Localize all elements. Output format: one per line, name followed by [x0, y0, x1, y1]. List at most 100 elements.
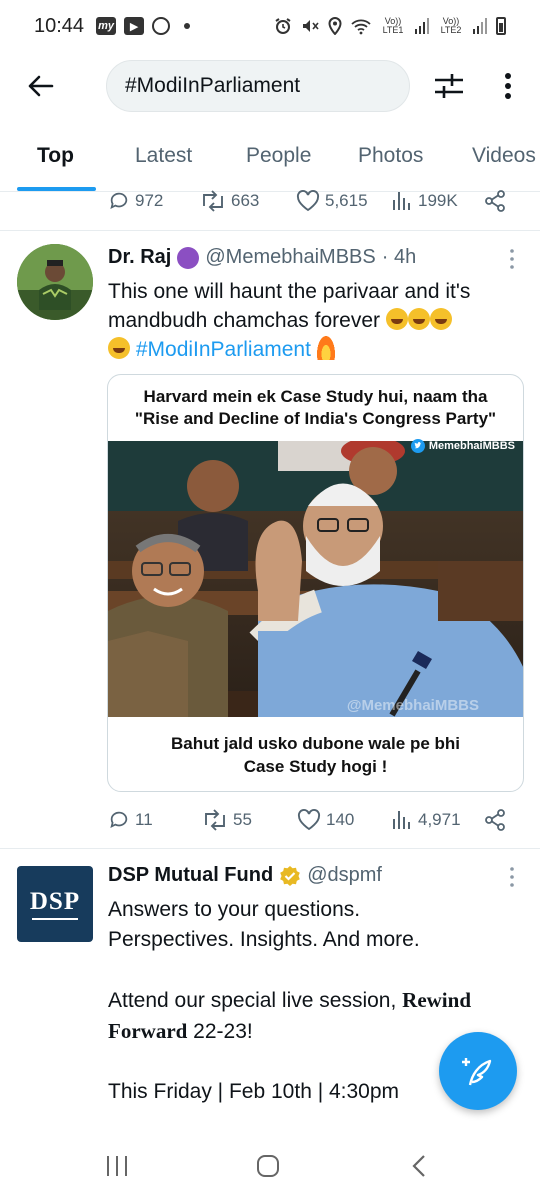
like-count: 140: [326, 810, 355, 829]
tweet-time: · 4h: [381, 246, 417, 268]
share-button[interactable]: [484, 805, 506, 835]
avatar-dsp[interactable]: DSP: [17, 866, 93, 942]
retweet-icon: [205, 809, 225, 831]
verified-badge-icon: [280, 865, 300, 886]
retweet-button[interactable]: 55: [202, 805, 252, 835]
mute-icon: [303, 20, 319, 32]
twitter-bird-icon: [410, 439, 425, 453]
author-handle[interactable]: @dspmf: [307, 864, 382, 887]
search-header: #ModiInParliament: [0, 58, 540, 114]
tab-top[interactable]: Top: [37, 144, 74, 168]
reply-count: 972: [135, 191, 164, 210]
reply-button[interactable]: 11: [108, 805, 153, 835]
tab-latest[interactable]: Latest: [135, 144, 192, 168]
tweet-text-bold: Forward: [108, 1019, 188, 1043]
views-button[interactable]: 4,971: [391, 805, 461, 835]
share-icon: [485, 190, 505, 212]
signal-2-icon: [473, 18, 487, 34]
tweet-text-bold: Rewind: [402, 988, 472, 1012]
status-bar: 10:44 my ▶ Vo)) LTE1 Vo)) LTE2: [0, 0, 540, 52]
arrow-left-icon: [28, 75, 54, 97]
like-button[interactable]: 5,615: [296, 186, 368, 216]
home-button[interactable]: [248, 1152, 288, 1180]
tweet-text-line: mandbudh chamchas forever: [108, 309, 380, 332]
compose-feather-icon: [462, 1058, 492, 1086]
tweet-options-icon[interactable]: [506, 248, 518, 270]
location-icon: [328, 17, 342, 35]
views-icon: [393, 192, 410, 210]
tab-photos[interactable]: Photos: [358, 144, 423, 168]
search-query-text: #ModiInParliament: [125, 74, 301, 97]
recent-apps-icon: [107, 1156, 127, 1176]
tweet-header: DSP Mutual Fund @dspmf: [108, 864, 382, 887]
tweet-text: This one will haunt the parivaar and it'…: [108, 277, 528, 364]
search-input[interactable]: #ModiInParliament: [106, 60, 410, 112]
author-name[interactable]: Dr. Raj: [108, 246, 171, 269]
home-icon: [257, 1155, 279, 1177]
watermark-tag-text: MemebhaiMBBS: [428, 440, 515, 452]
watermark-tag: MemebhaiMBBS: [410, 439, 515, 453]
retweet-icon: [203, 190, 223, 212]
overflow-menu-button[interactable]: [494, 68, 522, 104]
dsp-logo-underline: [32, 918, 78, 920]
laughing-emoji-icon: [407, 308, 430, 330]
search-filter-button[interactable]: [432, 70, 466, 102]
meme-top-caption: Harvard mein ek Case Study hui, naam tha…: [108, 375, 523, 441]
author-handle[interactable]: @MemebhaiMBBS: [205, 246, 375, 269]
tweet-actions: 11 55 140 4,971: [108, 805, 508, 835]
author-name[interactable]: DSP Mutual Fund: [108, 864, 273, 887]
retweet-button[interactable]: 663: [200, 186, 259, 216]
reply-icon: [110, 192, 128, 210]
meme-caption-line: Bahut jald usko dubone wale pe bhi: [170, 734, 461, 753]
notification-dot-icon: [184, 23, 191, 29]
meme-photo: [108, 441, 523, 717]
meme-caption-line: Harvard mein ek Case Study hui, naam tha: [143, 387, 488, 406]
more-vertical-icon: [505, 73, 511, 99]
battery-icon: [496, 17, 506, 35]
status-time: 10:44: [34, 14, 85, 37]
wifi-icon: [351, 19, 371, 35]
recent-apps-button[interactable]: [97, 1152, 137, 1180]
pinterest-icon: [152, 17, 171, 35]
tweet-media[interactable]: Harvard mein ek Case Study hui, naam tha…: [107, 374, 524, 792]
tweet-text-line: 22-23!: [187, 1020, 253, 1043]
dsp-logo-text: DSP: [29, 888, 81, 915]
meme-bottom-caption: Bahut jald usko dubone wale pe bhi Case …: [108, 717, 523, 791]
watermark-bottom: @MemebhaiMBBS: [346, 697, 479, 714]
reply-count: 11: [135, 810, 153, 829]
hashtag-link[interactable]: #ModiInParliament: [136, 338, 311, 361]
tweet-divider: [0, 230, 540, 231]
meme-caption-line: "Rise and Decline of India's Congress Pa…: [134, 409, 497, 428]
like-button[interactable]: 140: [297, 805, 354, 835]
active-tab-indicator: [17, 187, 96, 191]
tweet-options-icon[interactable]: [506, 866, 518, 888]
tweet-text-line: Attend our special live session,: [108, 989, 403, 1012]
tab-people[interactable]: People: [246, 144, 311, 168]
back-button[interactable]: [22, 68, 58, 104]
views-icon: [393, 811, 410, 829]
laughing-emoji-icon: [385, 308, 408, 330]
prev-tweet-actions: 972 663 5,615 199K: [108, 186, 508, 216]
fire-emoji-icon: [316, 336, 335, 360]
system-back-button[interactable]: [399, 1152, 439, 1180]
tweet-text-line: Perspectives. Insights. And more.: [108, 928, 420, 951]
laughing-emoji-icon: [108, 337, 130, 359]
avatar-dr-raj[interactable]: [17, 244, 93, 320]
tweet-text-line: This one will haunt the parivaar and it'…: [108, 280, 471, 303]
compose-tweet-button[interactable]: [439, 1032, 517, 1110]
devil-emoji-icon: [177, 246, 200, 269]
system-nav-bar: [0, 1132, 540, 1200]
share-button[interactable]: [484, 186, 506, 216]
laughing-emoji-icon: [429, 308, 452, 330]
tweet-divider: [0, 848, 540, 849]
like-count: 5,615: [325, 191, 368, 210]
youtube-icon: ▶: [124, 17, 145, 35]
reply-button[interactable]: 972: [108, 186, 163, 216]
sim2-label: Vo)) LTE2: [440, 16, 462, 35]
retweet-count: 663: [231, 191, 260, 210]
signal-1-icon: [415, 18, 429, 34]
views-button[interactable]: 199K: [391, 186, 458, 216]
alarm-icon: [275, 18, 291, 34]
my-app-icon: my: [96, 17, 117, 35]
tab-videos[interactable]: Videos: [472, 144, 536, 168]
